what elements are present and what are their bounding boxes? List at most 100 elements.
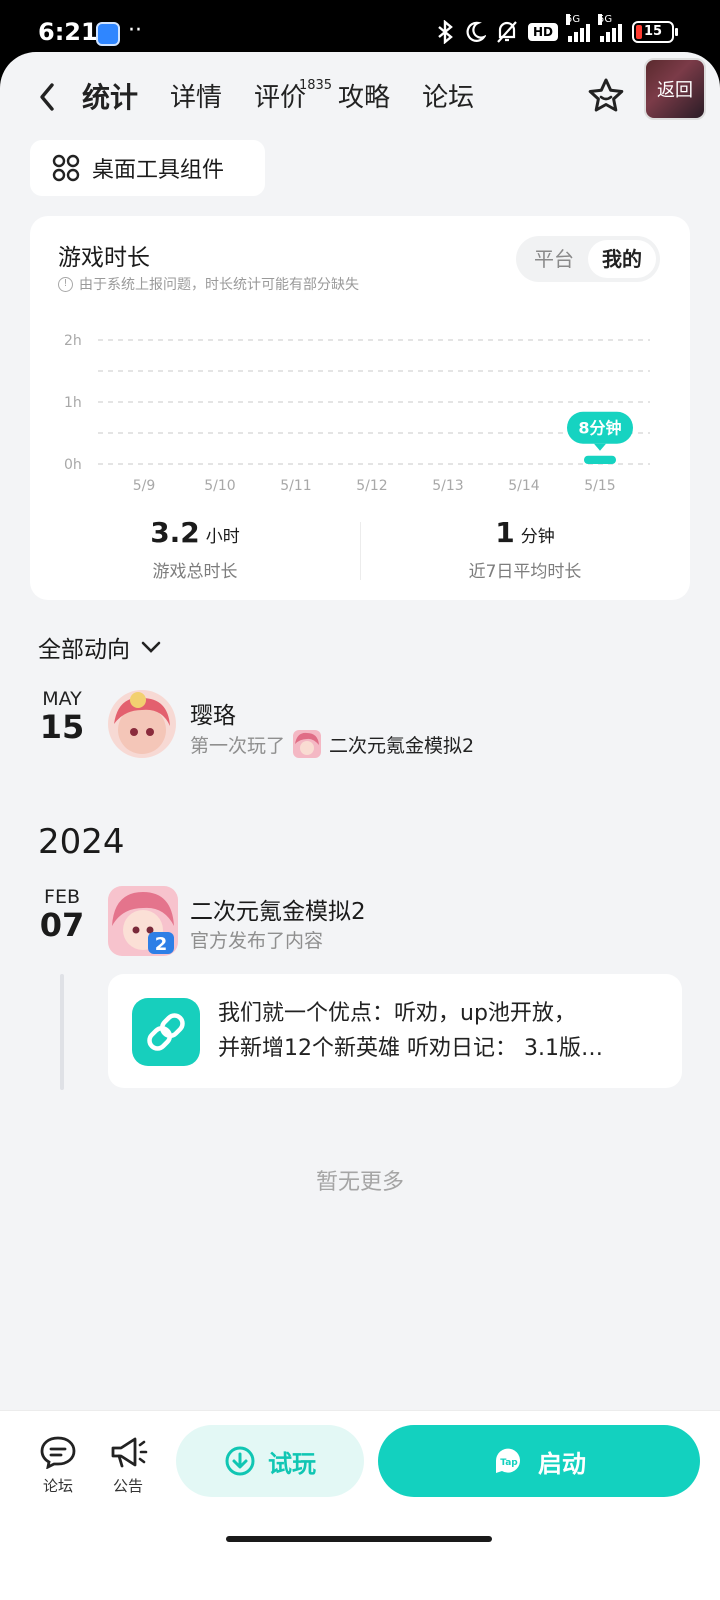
activity-day: 15 — [39, 708, 85, 746]
chart-x-tick-label: 5/14 — [508, 478, 540, 494]
chart-y-tick-label: 2h — [64, 333, 82, 349]
chart-x-tick-label: 5/12 — [356, 478, 387, 494]
tab-guides[interactable]: 攻略 — [338, 78, 390, 118]
notice-button[interactable]: 公告 — [100, 1435, 156, 1496]
desktop-widget-button[interactable]: 桌面工具组件 — [30, 140, 265, 196]
forum-button[interactable]: 论坛 — [30, 1435, 86, 1496]
back-arrow-icon[interactable] — [34, 80, 62, 114]
game-mini-icon — [293, 730, 322, 758]
chart-x-tick-label: 5/13 — [432, 478, 463, 494]
megaphone-icon — [111, 1437, 148, 1468]
return-to-game-button[interactable]: 返回 — [644, 58, 706, 120]
total-playtime-label: 游戏总时长 — [152, 562, 238, 582]
year-heading: 2024 — [38, 822, 125, 862]
post-day: 07 — [39, 906, 85, 944]
moon-icon — [466, 21, 486, 42]
average-playtime-unit: 分钟 — [520, 527, 555, 547]
average-playtime-value: 1 — [495, 516, 515, 549]
activity-date: MAY 15 — [36, 688, 88, 746]
post-game-name[interactable]: 二次元氪金模拟2 — [190, 892, 366, 926]
notice-label: 公告 — [112, 1477, 143, 1495]
total-playtime: 3.2 小时 游戏总时长 — [30, 516, 360, 582]
svg-text:Tap: Tap — [500, 1458, 518, 1468]
playtime-note-text: 由于系统上报问题，时长统计可能有部分缺失 — [79, 277, 359, 293]
segment-mine[interactable]: 我的 — [588, 240, 656, 278]
chart-data-label: 8分钟 — [578, 419, 621, 438]
page-sheet: 统计 详情 评价 1835 攻略 论坛 返回 桌面工具组件 游戏时长 ! 由于系… — [0, 52, 720, 1600]
post-text: 我们就一个优点：听劝，up池开放， 并新增12个新英雄 听劝日记： 3.1版… — [218, 996, 658, 1066]
chart-y-tick-label: 0h — [64, 457, 82, 473]
battery-icon: 15 — [632, 21, 678, 43]
forum-chat-icon — [40, 1436, 76, 1469]
trial-play-button[interactable]: 试玩 — [176, 1425, 364, 1497]
bottom-action-bar: 论坛 公告 试玩 Tap 启动 — [0, 1410, 720, 1600]
post-card[interactable]: 我们就一个优点：听劝，up池开放， 并新增12个新英雄 听劝日记： 3.1版… — [108, 974, 682, 1088]
download-circle-icon — [225, 1446, 255, 1476]
playtime-note: ! 由于系统上报问题，时长统计可能有部分缺失 — [58, 274, 359, 294]
total-playtime-value: 3.2 — [150, 516, 200, 549]
signal-1-icon: 5G — [566, 14, 590, 42]
tab-reviews[interactable]: 评价 1835 — [254, 78, 332, 118]
tab-stats[interactable]: 统计 — [82, 78, 139, 118]
chart-x-tick-label: 5/11 — [280, 478, 311, 494]
average-playtime: 1 分钟 近7日平均时长 — [360, 516, 690, 582]
post-text-line-1: 我们就一个优点：听劝，up池开放， — [218, 1001, 576, 1026]
top-navigation: 统计 详情 评价 1835 攻略 论坛 返回 — [0, 52, 720, 144]
hd-badge: HD — [527, 23, 558, 41]
tab-bar: 统计 详情 评价 1835 攻略 论坛 — [82, 78, 506, 118]
tab-details[interactable]: 详情 — [170, 78, 222, 118]
activity-description: 第一次玩了 二次元氪金模拟2 — [190, 730, 474, 758]
playtime-chart: 2h 1h 0h 5/9 5/10 5/11 5/12 5/13 5/14 5/15 8分钟 — [64, 333, 650, 494]
signal-2-icon: 5G — [598, 14, 622, 42]
mute-bell-icon — [497, 21, 517, 43]
notification-app-icon — [96, 22, 120, 46]
segment-platform[interactable]: 平台 — [520, 240, 588, 278]
desktop-widget-label: 桌面工具组件 — [92, 158, 225, 183]
data-source-toggle: 平台 我的 — [516, 236, 660, 282]
user-avatar[interactable] — [108, 690, 176, 758]
forum-label: 论坛 — [42, 1477, 73, 1495]
playtime-title: 游戏时长 — [58, 245, 150, 271]
home-indicator[interactable] — [226, 1536, 492, 1542]
activity-game-name[interactable]: 二次元氪金模拟2 — [329, 731, 474, 758]
chart-x-tick-label: 5/9 — [133, 478, 156, 494]
svg-text:2: 2 — [155, 934, 168, 955]
post-month: FEB — [44, 886, 80, 908]
game-icon[interactable]: 2 — [108, 886, 178, 956]
activity-month: MAY — [42, 688, 82, 710]
launch-label: 启动 — [538, 1449, 586, 1478]
thread-line — [60, 974, 64, 1090]
tap-logo-icon: Tap — [495, 1448, 520, 1473]
chart-bar — [584, 455, 616, 464]
battery-level: 15 — [643, 24, 663, 39]
status-indicators: HD 5G 5G 15 — [436, 14, 678, 44]
activity-user-name[interactable]: 璎珞 — [190, 696, 236, 730]
activity-filter-dropdown[interactable]: 全部动向 — [38, 630, 162, 664]
average-playtime-label: 近7日平均时长 — [468, 562, 582, 582]
status-time: 6:21 — [38, 18, 98, 46]
notification-more-dots: ·· — [128, 18, 142, 43]
chart-x-tick-label: 5/10 — [204, 478, 235, 494]
chevron-down-icon — [141, 641, 161, 653]
post-action: 官方发布了内容 — [190, 930, 324, 952]
playtime-summary: 3.2 小时 游戏总时长 1 分钟 近7日平均时长 — [30, 516, 690, 586]
total-playtime-unit: 小时 — [205, 527, 240, 547]
widget-grid-icon — [52, 154, 80, 182]
no-more-text: 暂无更多 — [315, 1170, 404, 1195]
bluetooth-icon — [438, 20, 453, 44]
favorite-star-icon[interactable] — [586, 76, 626, 116]
launch-button[interactable]: Tap 启动 — [378, 1425, 700, 1497]
chart-data-label-pointer — [594, 443, 606, 451]
tab-forum[interactable]: 论坛 — [422, 78, 474, 118]
activity-filter-label: 全部动向 — [38, 637, 130, 663]
chart-x-tick-label: 5/15 — [584, 478, 615, 494]
playtime-card: 游戏时长 ! 由于系统上报问题，时长统计可能有部分缺失 平台 我的 2h 1h 0h… — [30, 216, 690, 600]
post-date: FEB 07 — [36, 886, 88, 944]
chart-y-tick-label: 1h — [64, 395, 82, 411]
post-text-line-2: 并新增12个新英雄 听劝日记： 3.1版… — [218, 1036, 603, 1061]
trial-play-label: 试玩 — [268, 1449, 316, 1478]
activity-action: 第一次玩了 — [190, 734, 286, 757]
info-icon: ! — [58, 276, 73, 292]
link-icon — [132, 998, 200, 1066]
status-bar: 6:21 ·· HD 5G 5G 15 — [0, 0, 720, 58]
